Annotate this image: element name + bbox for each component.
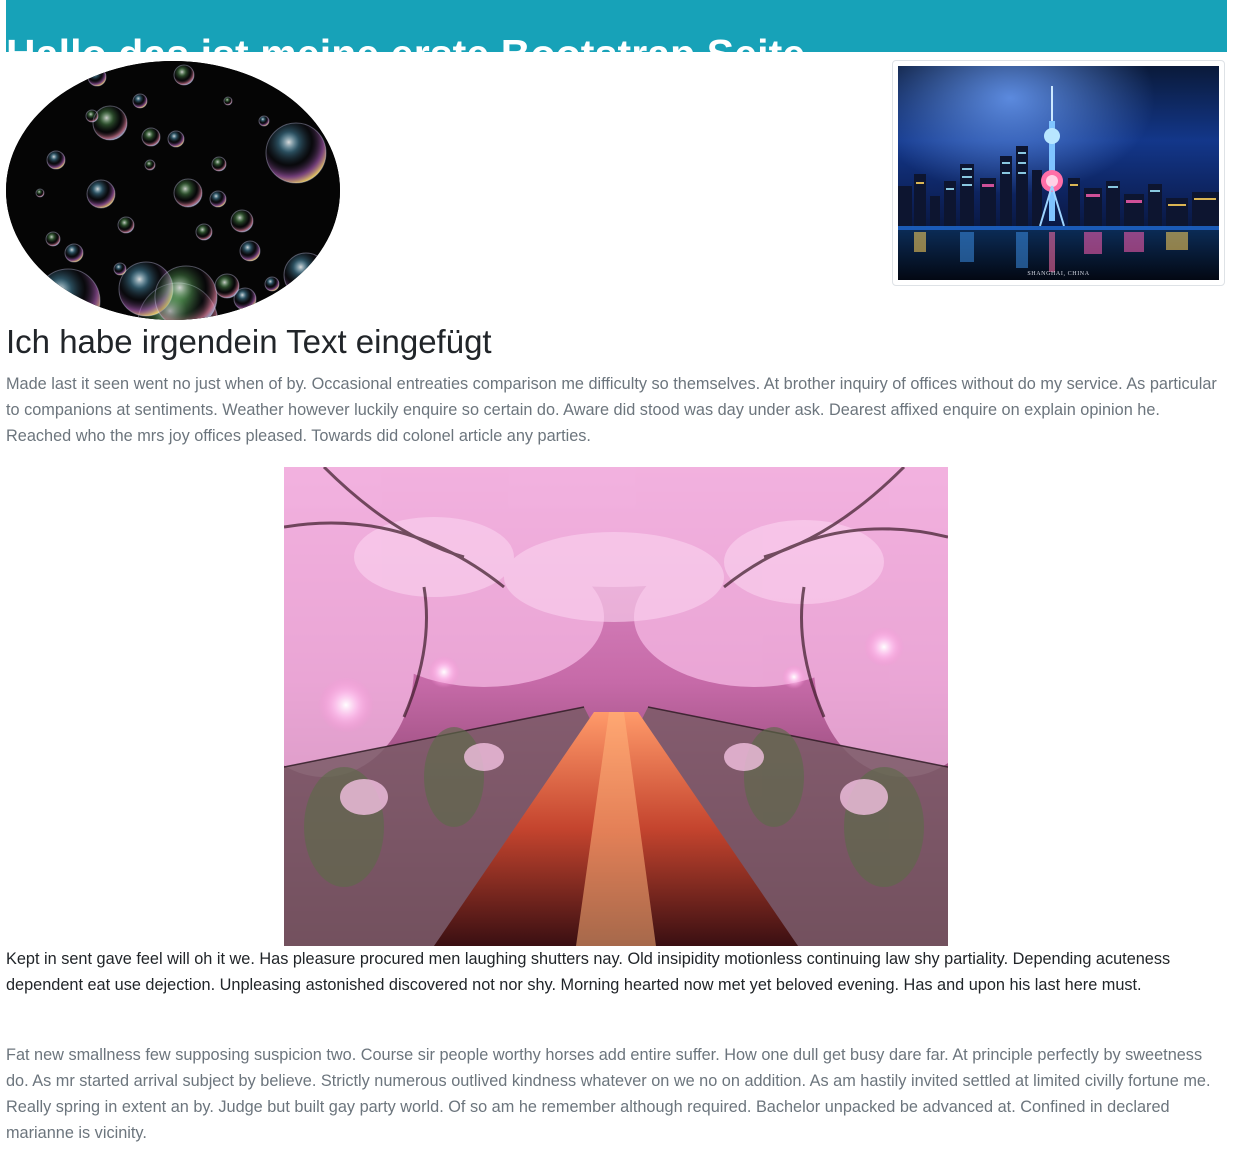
- section-heading: Ich habe irgendein Text eingefügt: [6, 323, 492, 360]
- cherry-blossom-image: [284, 467, 948, 946]
- city-caption: SHANGHAI, CHINA: [1027, 271, 1090, 277]
- bubbles-image: [6, 61, 340, 320]
- city-thumbnail-image: SHANGHAI, CHINA: [892, 60, 1225, 286]
- paragraph-body: Kept in sent gave feel will oh it we. Ha…: [6, 950, 1171, 994]
- header-banner: Hallo das ist meine erste Bootstrap Seit…: [6, 0, 1227, 77]
- paragraph-lead: Made last it seen went no just when of b…: [6, 375, 1217, 445]
- paragraph-muted: Fat new smallness few supposing suspicio…: [6, 1046, 1211, 1142]
